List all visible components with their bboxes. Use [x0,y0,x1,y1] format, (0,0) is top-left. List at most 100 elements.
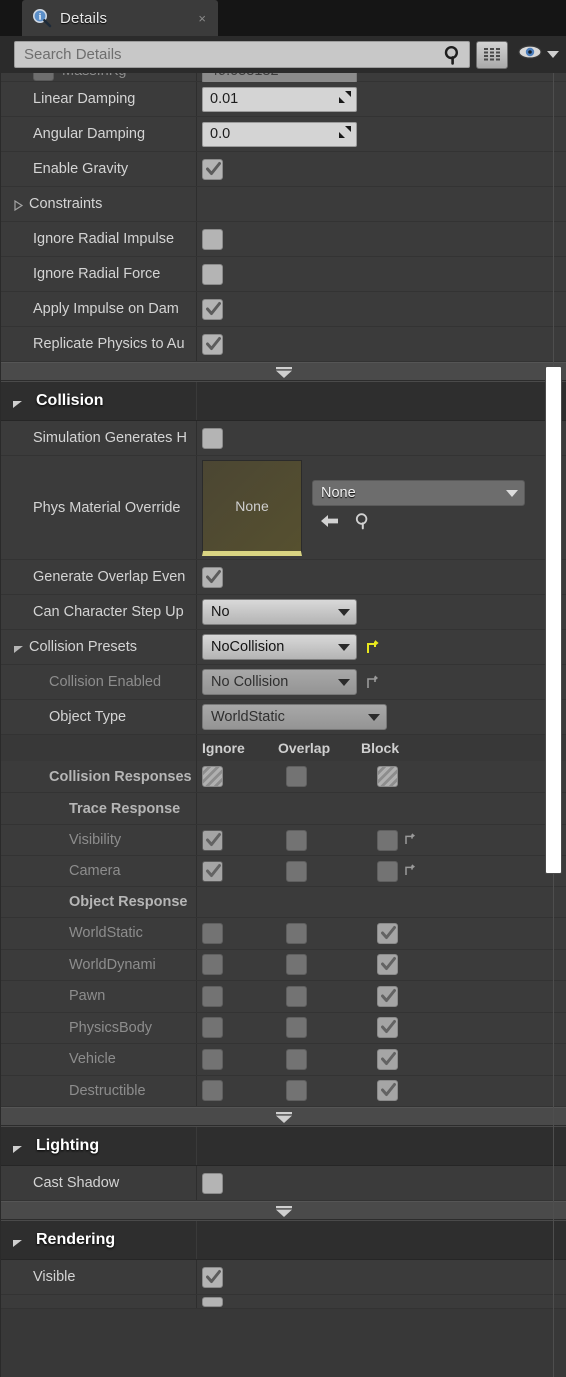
worlddynamic-overlap-checkbox[interactable] [286,954,307,976]
property-row-worldstatic[interactable]: WorldStatic [1,918,566,950]
physicsbody-overlap-checkbox[interactable] [286,1017,307,1039]
worldstatic-block-checkbox[interactable] [377,922,398,944]
property-row-partial-next[interactable] [1,1295,566,1309]
section-separator[interactable] [1,1201,566,1220]
vehicle-block-checkbox[interactable] [377,1048,398,1070]
object-type-dropdown[interactable]: WorldStatic [202,704,387,730]
vehicle-ignore-checkbox[interactable] [202,1048,223,1070]
chevron-down-icon[interactable] [12,1235,23,1247]
destructible-overlap-checkbox[interactable] [286,1080,307,1102]
angular-damping-field[interactable]: 0.0 [202,121,357,147]
section-separator[interactable] [1,362,566,381]
camera-block-checkbox[interactable] [377,860,398,882]
property-row-generate-overlap-events[interactable]: Generate Overlap Even [1,560,566,595]
ignore-radial-impulse-checkbox[interactable] [202,228,223,250]
pawn-overlap-checkbox[interactable] [286,985,307,1007]
section-header-lighting[interactable]: Lighting [1,1126,566,1166]
property-row-angular-damping[interactable]: Angular Damping 0.0 [1,117,566,152]
visibility-block-checkbox[interactable] [377,829,398,851]
property-row-cast-shadow[interactable]: Cast Shadow [1,1166,566,1201]
property-row-collision-responses[interactable]: Collision Responses [1,761,566,793]
collision-presets-dropdown[interactable]: NoCollision [202,634,357,660]
section-header-rendering[interactable]: Rendering [1,1220,566,1260]
property-row-destructible[interactable]: Destructible [1,1075,566,1107]
visibility-overlap-checkbox[interactable] [286,829,307,851]
back-arrow-icon[interactable] [320,513,340,534]
property-row-constraints[interactable]: Constraints [1,187,566,222]
property-row-phys-material-override[interactable]: Phys Material Override None None [1,456,566,560]
simulation-generates-hit-checkbox[interactable] [202,427,223,449]
physicsbody-block-checkbox[interactable] [377,1017,398,1039]
property-row-simulation-generates-hit[interactable]: Simulation Generates H [1,421,566,456]
tab-details[interactable]: i Details × [22,0,218,36]
ignore-radial-force-checkbox[interactable] [202,263,223,285]
worldstatic-ignore-checkbox[interactable] [202,922,223,944]
section-separator[interactable] [1,1107,566,1126]
can-character-step-up-dropdown[interactable]: No [202,599,357,625]
property-row-camera[interactable]: Camera [1,856,566,887]
close-icon[interactable]: × [194,10,210,27]
replicate-physics-checkbox[interactable] [202,333,223,355]
visible-checkbox[interactable] [202,1266,223,1288]
destructible-block-checkbox[interactable] [377,1080,398,1102]
property-row-apply-impulse-on-damage[interactable]: Apply Impulse on Dam [1,292,566,327]
property-row-collision-enabled[interactable]: Collision Enabled No Collision [1,665,566,700]
collision-responses-overlap-checkbox[interactable] [286,766,307,787]
pawn-block-checkbox[interactable] [377,985,398,1007]
property-row-vehicle[interactable]: Vehicle [1,1044,566,1076]
spinner-drag-icon[interactable] [338,90,352,108]
pawn-ignore-checkbox[interactable] [202,985,223,1007]
collision-responses-ignore-checkbox[interactable] [202,766,223,787]
property-row-object-type[interactable]: Object Type WorldStatic [1,700,566,735]
property-row-worlddynamic[interactable]: WorldDynami [1,949,566,981]
apply-impulse-on-damage-checkbox[interactable] [202,298,223,320]
browse-search-icon[interactable] [354,512,372,535]
property-row-visible[interactable]: Visible [1,1260,566,1295]
section-header-collision[interactable]: Collision [1,381,566,421]
property-row-can-character-step-up[interactable]: Can Character Step Up No [1,595,566,630]
property-row-massinkg[interactable]: MassInKg 49.058182 [1,73,566,83]
property-row-visibility[interactable]: Visibility [1,825,566,856]
worlddynamic-block-checkbox[interactable] [377,954,398,976]
cast-shadow-checkbox[interactable] [202,1172,223,1194]
generate-overlap-events-checkbox[interactable] [202,566,223,588]
spinner-drag-icon[interactable] [338,125,352,143]
phys-material-dropdown[interactable]: None [312,480,525,506]
visibility-ignore-checkbox[interactable] [202,829,223,851]
worlddynamic-ignore-checkbox[interactable] [202,954,223,976]
reset-to-default-icon[interactable] [365,639,379,655]
property-row-ignore-radial-force[interactable]: Ignore Radial Force [1,257,566,292]
property-row-replicate-physics[interactable]: Replicate Physics to Au [1,327,566,362]
phys-material-thumbnail[interactable]: None [202,459,302,556]
vehicle-overlap-checkbox[interactable] [286,1048,307,1070]
linear-damping-field[interactable]: 0.01 [202,86,357,112]
scrollbar[interactable] [545,73,562,1377]
destructible-ignore-checkbox[interactable] [202,1080,223,1102]
chevron-down-icon[interactable] [13,642,24,653]
property-row-linear-damping[interactable]: Linear Damping 0.01 [1,82,566,117]
eye-visibility-icon[interactable] [517,43,543,66]
camera-ignore-checkbox[interactable] [202,860,223,882]
chevron-down-icon[interactable] [546,46,560,64]
chevron-down-icon[interactable] [12,396,23,408]
property-row-ignore-radial-impulse[interactable]: Ignore Radial Impulse [1,222,566,257]
property-row-pawn[interactable]: Pawn [1,981,566,1013]
property-row-physicsbody[interactable]: PhysicsBody [1,1012,566,1044]
grid-view-button[interactable] [476,40,508,69]
physicsbody-ignore-checkbox[interactable] [202,1017,223,1039]
property-row-collision-presets[interactable]: Collision Presets NoCollision [1,630,566,665]
massinkg-override-checkbox[interactable] [33,73,54,81]
chevron-right-icon[interactable] [13,199,24,211]
worldstatic-overlap-checkbox[interactable] [286,922,307,944]
camera-overlap-checkbox[interactable] [286,860,307,882]
reset-to-default-icon[interactable] [403,832,417,848]
enable-gravity-checkbox[interactable] [202,158,223,180]
reset-to-default-icon[interactable] [365,674,379,690]
chevron-down-icon[interactable] [12,1141,23,1153]
property-row-enable-gravity[interactable]: Enable Gravity [1,152,566,187]
scrollbar-thumb[interactable] [545,366,562,874]
partial-next-checkbox[interactable] [202,1296,223,1307]
collision-responses-block-checkbox[interactable] [377,766,398,787]
collision-enabled-dropdown[interactable]: No Collision [202,669,357,695]
search-input[interactable]: Search Details [14,41,470,68]
